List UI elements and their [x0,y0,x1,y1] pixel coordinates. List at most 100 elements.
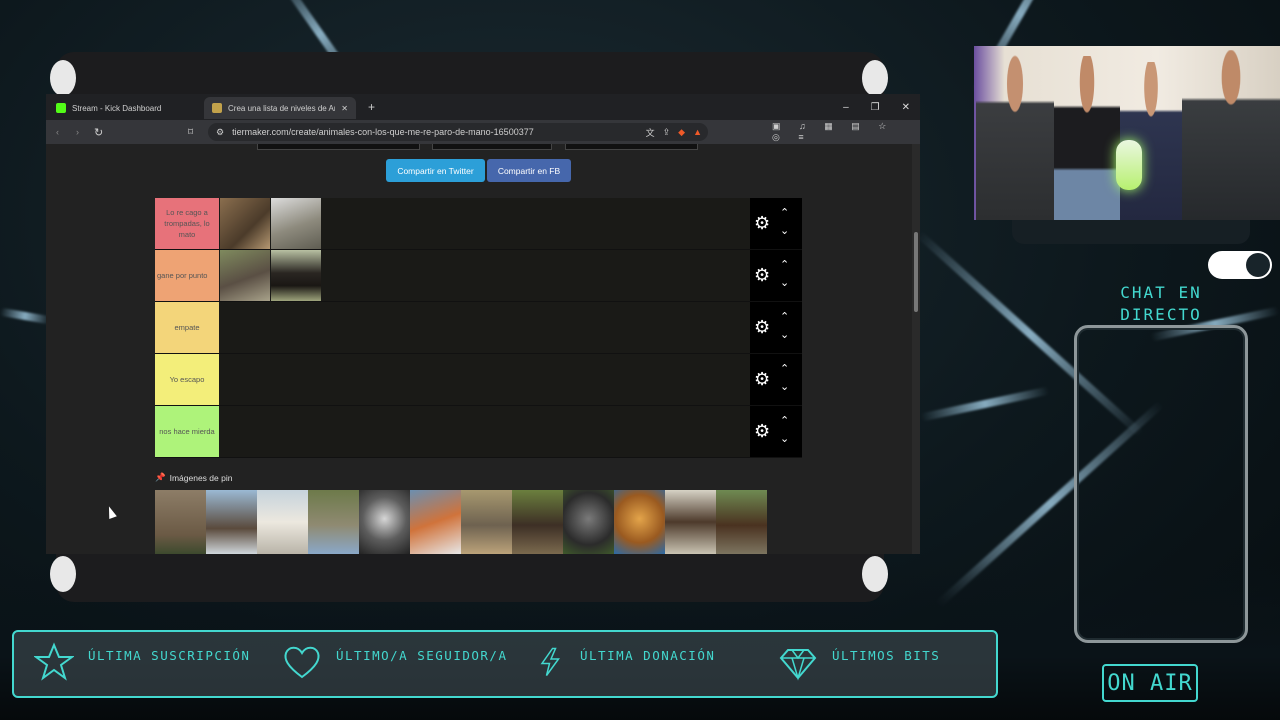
brave-rewards-icon[interactable]: ▲ [693,127,708,137]
site-info-icon[interactable]: ⚙ [216,127,224,138]
crocodile-image[interactable] [271,198,321,249]
close-window-icon[interactable]: ✕ [902,102,910,113]
person-4 [1182,50,1280,220]
heart-icon [284,646,320,679]
lightning-icon [540,647,560,676]
tiermaker-page: Compartir en Twitter Compartir en FB Lo … [46,144,912,554]
chimpanzee-image[interactable] [512,490,563,554]
chevron-up-icon[interactable]: ⌃ [780,312,789,323]
tab-label: Stream - Kick Dashboard [72,103,162,113]
chevron-down-icon[interactable]: ⌄ [780,434,789,445]
stat-latest-bits: ÚLTIMOS BITS [778,632,940,696]
musk-ox-image[interactable] [665,490,716,554]
tier-row: Lo re cago a trompadas, lo mato ⚙ ⌃ ⌄ [155,198,802,250]
tab-kick-dashboard[interactable]: Stream - Kick Dashboard [46,97,196,119]
tab-label: Crea una lista de niveles de Anim [228,103,336,113]
gear-icon[interactable]: ⚙ [754,266,770,284]
image-pool [155,490,770,554]
new-tab-icon[interactable]: + [368,100,375,114]
close-tab-icon[interactable]: ✕ [341,104,348,113]
chevron-up-icon[interactable]: ⌃ [780,416,789,427]
on-air-badge: ON AIR [1102,664,1198,702]
chevron-down-icon[interactable]: ⌄ [780,330,789,341]
tier-row: gane por punto ⚙ ⌃ ⌄ [155,250,802,302]
wolf-image[interactable] [359,490,410,554]
webcam-frame-base [1012,220,1250,244]
seal-image[interactable] [206,490,257,554]
gorilla-image[interactable] [563,490,614,554]
share-twitter-button[interactable]: Compartir en Twitter [386,159,485,182]
chevron-up-icon[interactable]: ⌃ [780,260,789,271]
share-fb-button[interactable]: Compartir en FB [487,159,571,182]
share-icon[interactable]: ⇪ [663,127,671,138]
pin-label: Imágenes de pin [169,472,233,483]
bear-image[interactable] [716,490,767,554]
gear-icon[interactable]: ⚙ [754,370,770,388]
tab-tiermaker[interactable]: Crea una lista de niveles de Anim ✕ [204,97,356,119]
stat-label: ÚLTIMOS BITS [832,648,941,663]
polar-bear-image[interactable] [257,490,308,554]
tier-controls: ⚙ ⌃ ⌄ [750,406,802,457]
kangaroo-image[interactable] [155,490,206,554]
chevron-up-icon[interactable]: ⌃ [780,364,789,375]
tier-label[interactable]: gane por punto [155,250,219,301]
stat-label: ÚLTIMA DONACIÓN [580,648,716,663]
maximize-icon[interactable]: ❐ [871,102,880,113]
forward-icon[interactable]: › [76,127,79,137]
chat-panel [1074,325,1248,643]
diamond-icon [779,649,817,681]
top-field [432,144,552,150]
star-icon [34,642,74,681]
scrollbar[interactable] [912,144,920,554]
tier-controls: ⚙ ⌃ ⌄ [750,302,802,353]
hyena-image[interactable] [220,198,270,249]
tier-label[interactable]: Lo re cago a trompadas, lo mato [155,198,219,249]
tier-row: Yo escapo ⚙ ⌃ ⌄ [155,354,802,406]
gear-icon[interactable]: ⚙ [754,214,770,232]
frame-corner [862,556,888,592]
bookmark-icon[interactable]: ⌑ [188,127,193,138]
light-beam [920,386,1050,422]
pin-section-title: 📌 Imágenes de pin [155,472,232,483]
window-controls: – ❐ ✕ [843,102,920,113]
stat-label: ÚLTIMA SUSCRIPCIÓN [88,648,251,663]
frame-corner [50,60,76,96]
chevron-down-icon[interactable]: ⌄ [780,382,789,393]
stat-latest-sub: ÚLTIMA SUSCRIPCIÓN [34,632,250,696]
address-bar: ‹ › ↻ ⌑ ⚙ tiermaker.com/create/animales-… [46,120,920,144]
gear-icon[interactable]: ⚙ [754,422,770,440]
tab-bar: Stream - Kick Dashboard Crea una lista d… [46,94,920,120]
tiermaker-icon [212,103,222,113]
chat-title-line1: CHAT EN [1120,283,1202,302]
translate-icon[interactable]: 文 [646,126,655,139]
chevron-down-icon[interactable]: ⌄ [780,226,789,237]
light-beam [0,307,51,325]
tier-label[interactable]: nos hace mierda [155,406,219,457]
minimize-icon[interactable]: – [843,102,849,113]
fox-image[interactable] [410,490,461,554]
chat-title: CHAT EN DIRECTO [1095,282,1227,326]
tier-controls: ⚙ ⌃ ⌄ [750,354,802,405]
lion-image[interactable] [614,490,665,554]
tier-list: Lo re cago a trompadas, lo mato ⚙ ⌃ ⌄ ga… [155,198,802,458]
reload-icon[interactable]: ↻ [94,126,103,139]
tier-label[interactable]: empate [155,302,219,353]
brave-shield-icon[interactable]: ◆ [678,127,685,138]
stat-latest-donation: ÚLTIMA DONACIÓN [536,632,715,696]
chevron-up-icon[interactable]: ⌃ [780,208,789,219]
url-text: tiermaker.com/create/animales-con-los-qu… [232,127,534,137]
chevron-down-icon[interactable]: ⌄ [780,278,789,289]
tier-row: empate ⚙ ⌃ ⌄ [155,302,802,354]
url-field[interactable]: ⚙ tiermaker.com/create/animales-con-los-… [208,123,708,141]
back-icon[interactable]: ‹ [56,127,59,137]
elephant-image[interactable] [461,490,512,554]
stream-scene: Stream - Kick Dashboard Crea una lista d… [0,0,1280,720]
tier-label[interactable]: Yo escapo [155,354,219,405]
wolf-pack-image[interactable] [220,250,270,301]
webcam-feed [974,46,1280,220]
frame-corner [50,556,76,592]
komodo-dragon-image[interactable] [308,490,359,554]
scrollbar-thumb[interactable] [914,232,918,312]
buffalo-image[interactable] [271,250,321,301]
gear-icon[interactable]: ⚙ [754,318,770,336]
